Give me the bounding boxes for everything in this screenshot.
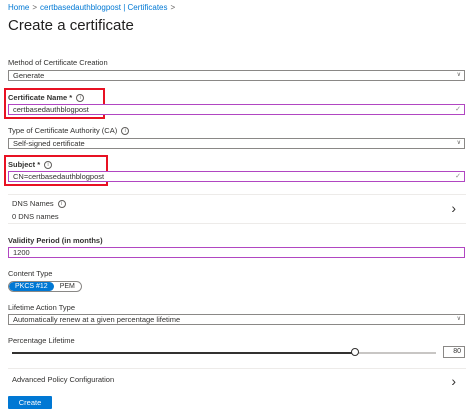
validity-input[interactable]: 1200	[8, 247, 465, 258]
breadcrumb-vault-link[interactable]: certbasedauthblogpost | Certificates	[40, 3, 167, 12]
method-value: Generate	[13, 71, 45, 80]
breadcrumb: Home > certbasedauthblogpost | Certificate…	[8, 3, 178, 12]
content-type-label: Content Type	[8, 269, 53, 278]
dns-names-value: 0 DNS names	[12, 212, 59, 221]
cert-name-input[interactable]: certbasedauthblogpost ✓	[8, 104, 465, 115]
ca-type-value: Self-signed certificate	[13, 139, 85, 148]
ca-type-label: Type of Certificate Authority (CA) i	[8, 126, 130, 136]
breadcrumb-home-link[interactable]: Home	[8, 3, 29, 12]
ca-type-dropdown[interactable]: Self-signed certificate ∨	[8, 138, 465, 149]
subject-value: CN=certbasedauthblogpost	[13, 172, 105, 181]
content-type-option-pem[interactable]: PEM	[54, 282, 81, 291]
method-label: Method of Certificate Creation	[8, 58, 108, 67]
page-title: Create a certificate	[8, 17, 134, 34]
lifetime-action-dropdown[interactable]: Automatically renew at a given percentag…	[8, 314, 465, 325]
subject-label: Subject * i	[8, 160, 53, 170]
content-type-toggle[interactable]: PKCS #12 PEM	[8, 281, 82, 292]
lifetime-action-value: Automatically renew at a given percentag…	[13, 315, 181, 324]
cert-name-value: certbasedauthblogpost	[13, 105, 89, 114]
subject-input[interactable]: CN=certbasedauthblogpost ✓	[8, 171, 465, 182]
info-icon[interactable]: i	[76, 94, 85, 103]
checkmark-icon: ✓	[455, 106, 461, 113]
slider-thumb[interactable]	[351, 348, 359, 356]
info-icon[interactable]: i	[121, 127, 130, 136]
advanced-policy-label: Advanced Policy Configuration	[12, 375, 115, 384]
method-dropdown[interactable]: Generate ∨	[8, 70, 465, 81]
slider-track-empty[interactable]	[356, 352, 436, 354]
info-icon[interactable]: i	[57, 200, 66, 209]
percentage-input[interactable]: 80	[443, 346, 465, 358]
cert-name-label: Certificate Name * i	[8, 93, 85, 103]
lifetime-action-label: Lifetime Action Type	[8, 303, 75, 312]
validity-value: 1200	[13, 248, 30, 257]
chevron-right-icon[interactable]: ›	[451, 200, 456, 216]
chevron-right-icon[interactable]: ›	[451, 373, 456, 389]
chevron-down-icon: ∨	[456, 140, 461, 146]
chevron-right-icon: >	[32, 3, 38, 12]
content-type-option-pkcs[interactable]: PKCS #12	[9, 282, 54, 291]
dns-names-label: DNS Names i	[12, 199, 66, 209]
chevron-down-icon: ∨	[456, 72, 461, 78]
info-icon[interactable]: i	[44, 161, 53, 170]
chevron-right-icon: >	[170, 3, 176, 12]
chevron-down-icon: ∨	[456, 316, 461, 322]
dns-names-row[interactable]: DNS Names i 0 DNS names ›	[8, 194, 466, 224]
create-button[interactable]: Create	[8, 396, 52, 409]
advanced-policy-row[interactable]: Advanced Policy Configuration ›	[8, 368, 466, 389]
percentage-label: Percentage Lifetime	[8, 336, 75, 345]
slider-track-filled[interactable]	[12, 352, 356, 354]
checkmark-icon: ✓	[455, 173, 461, 180]
validity-label: Validity Period (in months)	[8, 236, 103, 245]
